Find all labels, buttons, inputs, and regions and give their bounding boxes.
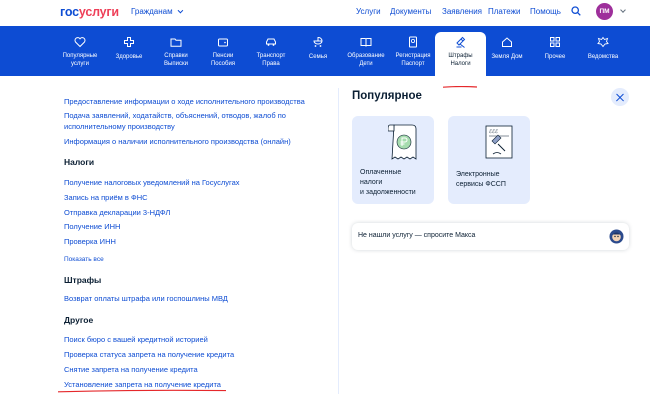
link-enforcement-progress[interactable]: Предоставление информации о ходе исполни… — [64, 96, 305, 107]
link-remove-credit-ban[interactable]: Снятие запрета на получение кредита — [64, 364, 198, 375]
nav-payments[interactable]: Платежи — [488, 7, 520, 16]
nav-help[interactable]: Помощь — [530, 7, 561, 16]
link-enforcement-online[interactable]: Информация о наличии исполнительного про… — [64, 136, 291, 147]
gavel-icon — [455, 36, 465, 48]
folder-icon — [170, 38, 182, 47]
annotation-underline — [443, 86, 477, 88]
nav-applications[interactable]: Заявления — [442, 7, 482, 16]
link-file-applications[interactable]: Подача заявлений, ходатайств, объяснений… — [64, 110, 286, 121]
section-other-title: Другое — [64, 315, 94, 325]
link-credit-bureau[interactable]: Поиск бюро с вашей кредитной историей — [64, 334, 208, 345]
category-registration[interactable]: Регистрация Паспорт — [391, 26, 435, 76]
column-divider — [338, 88, 339, 394]
section-fines-title: Штрафы — [64, 275, 102, 285]
card-fssp-services[interactable]: ℰℰℰ Электронные сервисы ФССП — [448, 116, 530, 204]
category-bar: Популярные услуги Здоровье Справки Выписки… — [0, 26, 650, 76]
link-tax-notices[interactable]: Получение налоговых уведомлений на Госус… — [64, 177, 240, 188]
stroller-icon — [313, 37, 323, 47]
emblem-icon — [597, 36, 609, 48]
top-header: госуслуги Гражданам Услуги Документы Зая… — [0, 0, 650, 26]
cross-icon — [124, 37, 134, 47]
link-check-inn[interactable]: Проверка ИНН — [64, 236, 116, 247]
wallet-icon — [218, 38, 228, 47]
category-certificates[interactable]: Справки Выписки — [155, 26, 197, 76]
nav-services[interactable]: Услуги — [356, 7, 381, 16]
svg-text:ℰℰℰ: ℰℰℰ — [489, 129, 498, 135]
chevron-down-icon[interactable] — [620, 7, 626, 13]
category-land-house[interactable]: Земля Дом — [486, 26, 528, 76]
link-refund-fine[interactable]: Возврат оплаты штрафа или госпошлины МВД — [64, 293, 228, 304]
receipt-ruble-icon — [388, 124, 417, 160]
category-transport[interactable]: Транспорт Права — [249, 26, 293, 76]
gosuslugi-logo[interactable]: госуслуги — [60, 5, 119, 19]
grid-icon — [550, 37, 560, 47]
category-pensions[interactable]: Пенсии Пособия — [203, 26, 243, 76]
document-gavel-icon: ℰℰℰ — [485, 125, 513, 159]
popular-title: Популярное — [352, 90, 422, 102]
show-all-button[interactable]: Показать все — [64, 254, 104, 265]
robot-assistant-icon — [609, 229, 624, 244]
link-fns-appointment[interactable]: Запись на приём в ФНС — [64, 192, 148, 203]
nav-documents[interactable]: Документы — [390, 7, 431, 16]
ask-maks-banner[interactable]: Не нашли услугу — спросите Макса — [352, 223, 629, 250]
link-get-inn[interactable]: Получение ИНН — [64, 221, 120, 232]
book-icon — [360, 38, 372, 47]
chevron-down-icon — [177, 7, 183, 14]
annotation-underline — [58, 389, 226, 393]
avatar[interactable]: ПМ — [596, 3, 613, 20]
category-popular[interactable]: Популярные услуги — [55, 26, 105, 76]
category-agencies[interactable]: Ведомства — [581, 26, 625, 76]
passport-icon — [409, 36, 417, 48]
link-3ndfl[interactable]: Отправка декларации 3-НДФЛ — [64, 207, 170, 218]
category-health[interactable]: Здоровье — [110, 26, 148, 76]
section-taxes-title: Налоги — [64, 157, 95, 167]
link-credit-ban-status[interactable]: Проверка статуса запрета на получение кр… — [64, 349, 234, 360]
audience-selector[interactable]: Гражданам — [131, 7, 183, 16]
search-icon[interactable] — [571, 6, 581, 16]
house-icon — [502, 37, 512, 47]
heart-icon — [74, 37, 86, 48]
close-button[interactable] — [611, 88, 629, 106]
link-file-applications-cont[interactable]: исполнительному производству — [64, 121, 175, 132]
ask-maks-text: Не нашли услугу — спросите Макса — [358, 232, 476, 239]
category-fines-taxes[interactable]: Штрафы Налоги — [435, 32, 486, 76]
card-paid-taxes[interactable]: Оплаченные налоги и задолженности — [352, 116, 434, 204]
car-icon — [266, 38, 276, 46]
category-family[interactable]: Семья — [301, 26, 335, 76]
category-other[interactable]: Прочее — [538, 26, 572, 76]
category-education[interactable]: Образование Дети — [341, 26, 391, 76]
